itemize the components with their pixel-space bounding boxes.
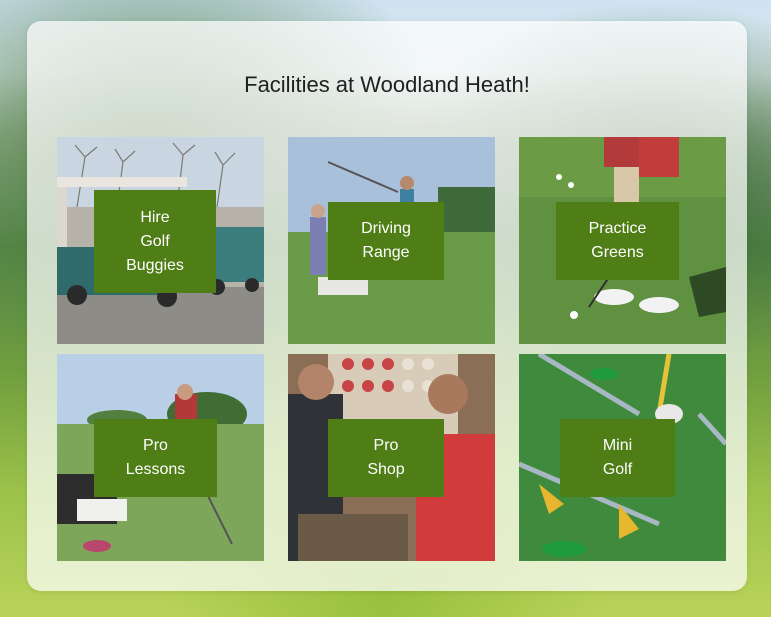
facility-label: Pro Lessons bbox=[94, 419, 217, 497]
facility-tile-practice-greens[interactable]: Practice Greens bbox=[519, 137, 726, 344]
facility-tile-driving-range[interactable]: Driving Range bbox=[288, 137, 495, 344]
facility-tile-pro-lessons[interactable]: Pro Lessons bbox=[57, 354, 264, 561]
facility-tile-pro-shop[interactable]: Pro Shop bbox=[288, 354, 495, 561]
facility-label: Driving Range bbox=[328, 202, 444, 280]
page-title: Facilities at Woodland Heath! bbox=[244, 72, 530, 97]
facility-label: Mini Golf bbox=[560, 419, 675, 497]
facilities-panel: Facilities at Woodland Heath! Hire Golf … bbox=[27, 21, 747, 591]
facility-tile-hire-golf-buggies[interactable]: Hire Golf Buggies bbox=[57, 137, 264, 344]
facility-label: Pro Shop bbox=[328, 419, 444, 497]
facility-label: Hire Golf Buggies bbox=[94, 190, 216, 293]
facility-tile-mini-golf[interactable]: Mini Golf bbox=[519, 354, 726, 561]
facility-label: Practice Greens bbox=[556, 202, 679, 280]
